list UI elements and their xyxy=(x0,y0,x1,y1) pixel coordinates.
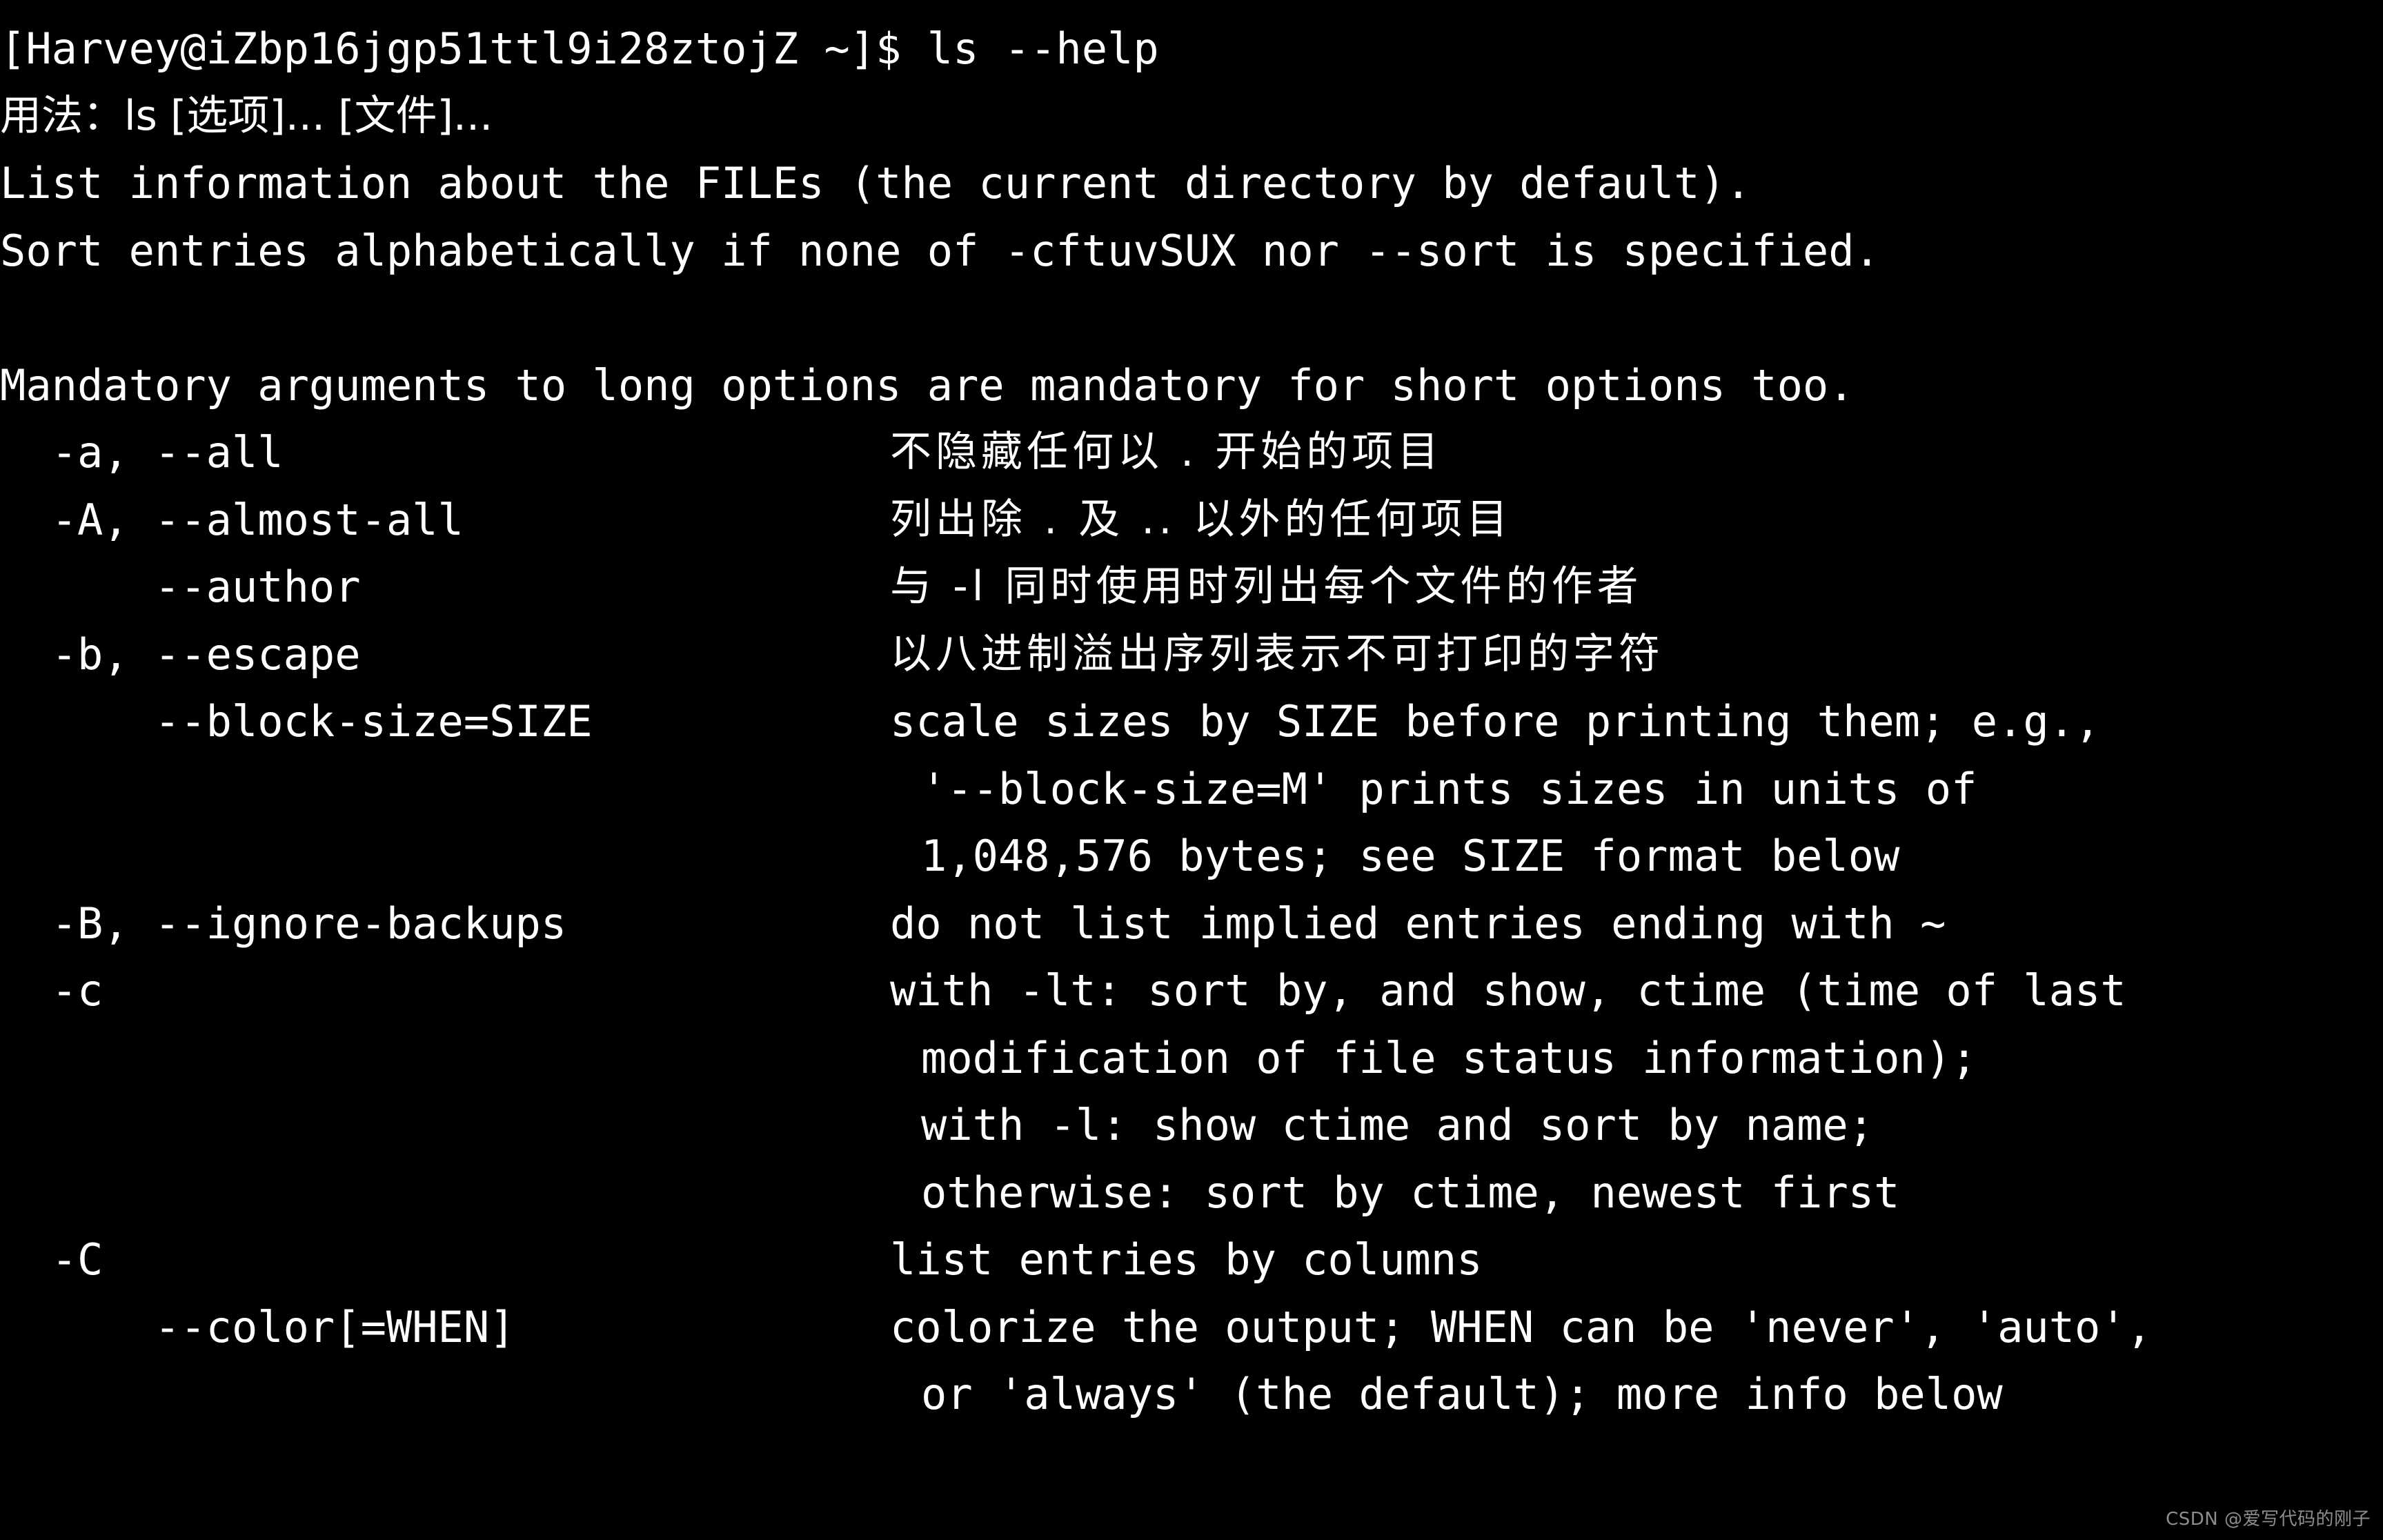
option-row: --block-size=SIZE scale sizes by SIZE bef… xyxy=(0,688,2383,756)
option-description-continuation: modification of file status information)… xyxy=(0,1025,2383,1092)
option-description: with -lt: sort by, and show, ctime (time… xyxy=(890,965,2126,1016)
option-row: --author 与 -l 同时使用时列出每个文件的作者 xyxy=(0,553,2383,621)
option-description: do not list implied entries ending with … xyxy=(890,898,1946,949)
option-description: scale sizes by SIZE before printing them… xyxy=(890,696,2101,747)
option-description: list entries by columns xyxy=(890,1234,1483,1285)
option-row: --color[=WHEN] colorize the output; WHEN … xyxy=(0,1294,2383,1361)
option-description-continuation: otherwise: sort by ctime, newest first xyxy=(0,1159,2383,1227)
option-description: 不隐藏任何以 . 开始的项目 xyxy=(890,428,1443,476)
option-description-continuation: or 'always' (the default); more info bel… xyxy=(0,1361,2383,1428)
continuation-text: with -l: show ctime and sort by name; xyxy=(921,1100,1875,1150)
continuation-text: otherwise: sort by ctime, newest first xyxy=(921,1167,1900,1218)
terminal-output: [Harvey@iZbp16jgp51ttl9i28ztojZ ~]$ ls -… xyxy=(0,15,2383,1428)
continuation-text: modification of file status information)… xyxy=(921,1032,1977,1083)
option-flags: -A, --almost-all xyxy=(0,494,464,545)
usage-line: 用法：ls [选项]... [文件]... xyxy=(0,91,493,140)
option-description-continuation: 1,048,576 bytes; see SIZE format below xyxy=(0,822,2383,890)
option-flags: --block-size=SIZE xyxy=(0,696,593,747)
option-description-continuation: with -l: show ctime and sort by name; xyxy=(0,1092,2383,1159)
option-row: -b, --escape 以八进制溢出序列表示不可打印的字符 xyxy=(0,621,2383,689)
option-flags: -c xyxy=(0,965,103,1016)
option-row: -c with -lt: sort by, and show, ctime (ti… xyxy=(0,957,2383,1025)
description-line-2: Sort entries alphabetically if none of -… xyxy=(0,225,1880,276)
continuation-text: '--block-size=M' prints sizes in units o… xyxy=(921,763,1977,814)
option-row: -C list entries by columns xyxy=(0,1226,2383,1294)
continuation-text: 1,048,576 bytes; see SIZE format below xyxy=(921,831,1900,881)
mandatory-arguments-note: Mandatory arguments to long options are … xyxy=(0,359,1855,411)
option-description: 列出除 . 及 .. 以外的任何项目 xyxy=(890,495,1512,544)
option-flags: -C xyxy=(0,1234,103,1285)
option-description: colorize the output; WHEN can be 'never'… xyxy=(890,1301,2153,1352)
option-flags: --color[=WHEN] xyxy=(0,1301,515,1352)
option-description: 与 -l 同时使用时列出每个文件的作者 xyxy=(890,562,1643,611)
option-list: -a, --all 不隐藏任何以 . 开始的项目 -A, --almost-all… xyxy=(0,419,2383,1428)
description-line-1: List information about the FILEs (the cu… xyxy=(0,158,1752,208)
watermark: CSDN @爱写代码的刚子 xyxy=(2166,1509,2371,1530)
prompt-line: [Harvey@iZbp16jgp51ttl9i28ztojZ ~]$ ls -… xyxy=(0,23,1159,74)
option-flags: -b, --escape xyxy=(0,629,361,680)
continuation-text: or 'always' (the default); more info bel… xyxy=(921,1369,2003,1419)
option-flags: -a, --all xyxy=(0,427,284,477)
option-flags: --author xyxy=(0,562,361,612)
terminal-window[interactable]: [Harvey@iZbp16jgp51ttl9i28ztojZ ~]$ ls -… xyxy=(0,0,2383,1540)
option-description: 以八进制溢出序列表示不可打印的字符 xyxy=(890,629,1664,678)
option-row: -A, --almost-all 列出除 . 及 .. 以外的任何项目 xyxy=(0,486,2383,554)
option-row: -B, --ignore-backups do not list implied … xyxy=(0,890,2383,958)
option-row: -a, --all 不隐藏任何以 . 开始的项目 xyxy=(0,419,2383,486)
option-flags: -B, --ignore-backups xyxy=(0,898,567,949)
option-description-continuation: '--block-size=M' prints sizes in units o… xyxy=(0,756,2383,823)
